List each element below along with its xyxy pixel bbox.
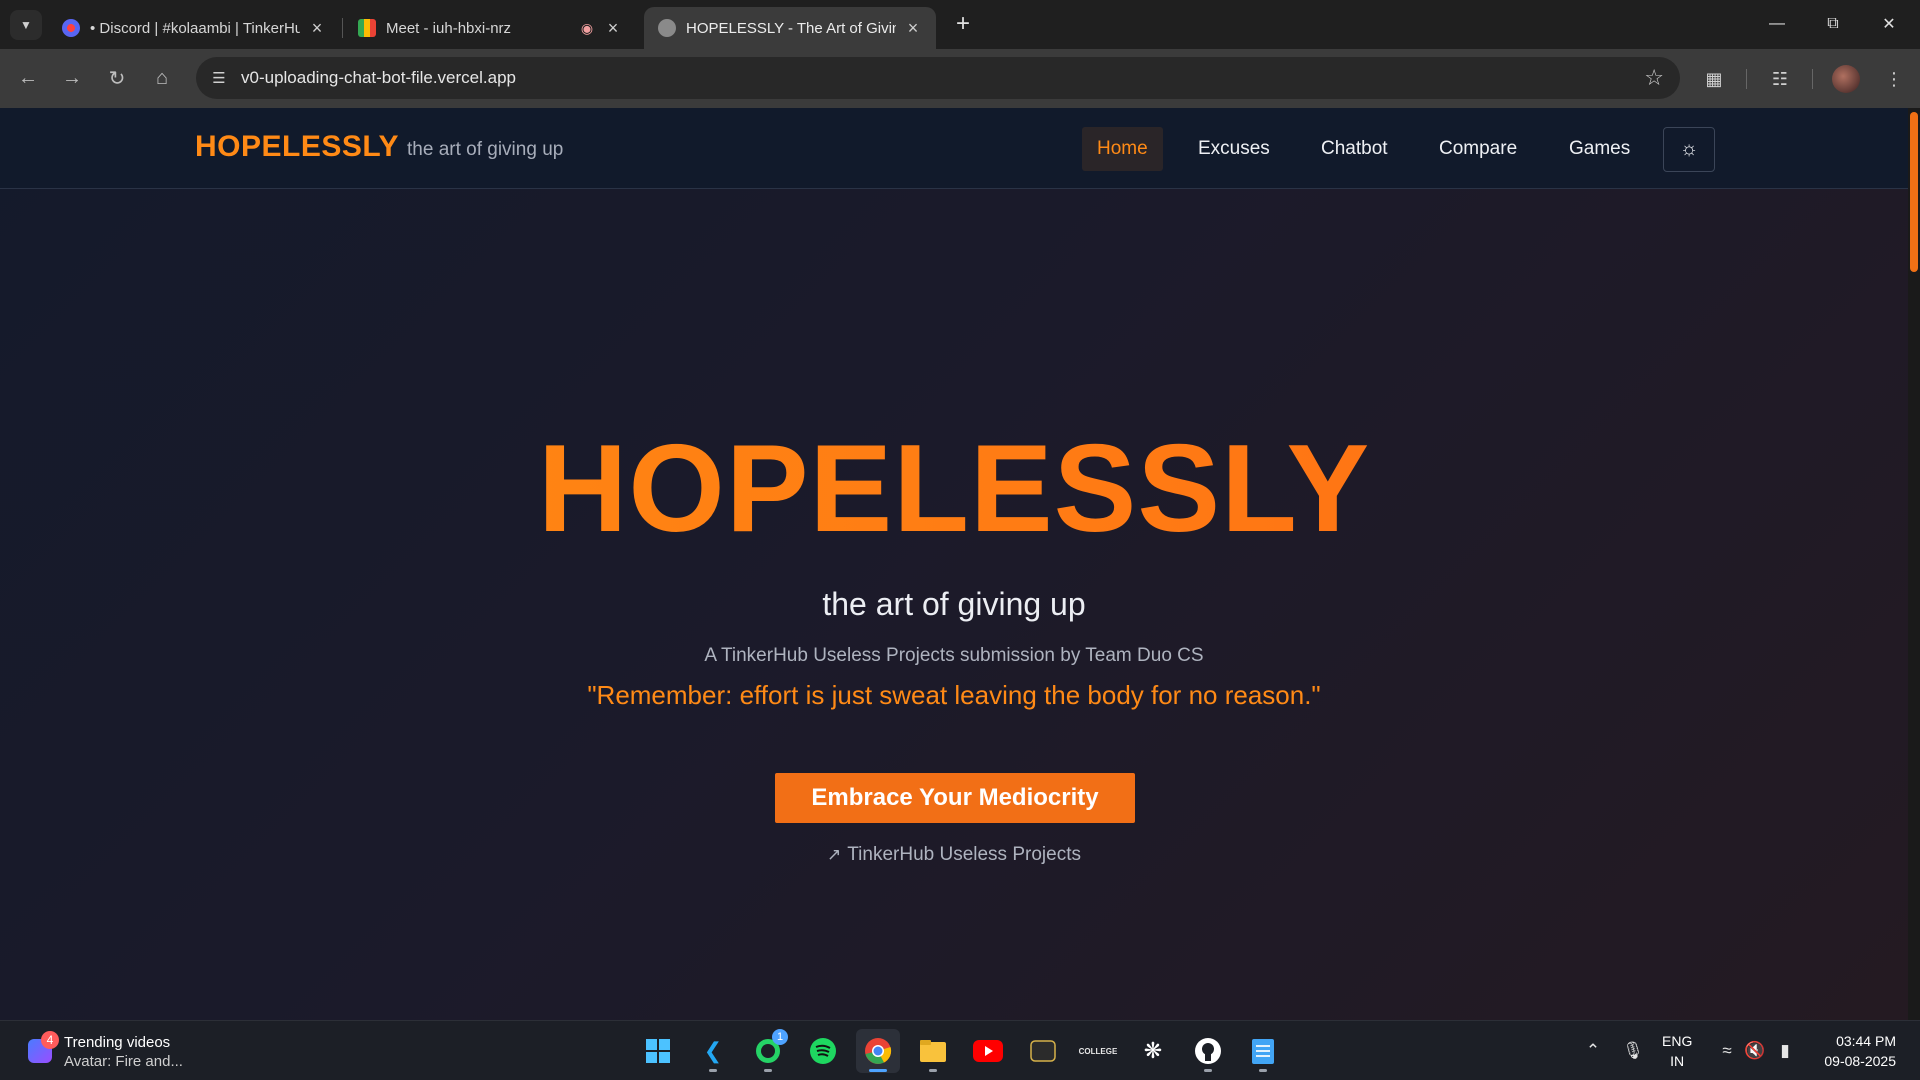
widget-badge: 4 bbox=[41, 1031, 59, 1049]
microphone-icon[interactable]: 🎙 bbox=[1622, 1039, 1644, 1063]
close-icon[interactable]: × bbox=[904, 18, 922, 38]
hero-quote: "Remember: effort is just sweat leaving … bbox=[587, 680, 1321, 710]
hero-subtitle: the art of giving up bbox=[822, 586, 1086, 622]
running-indicator bbox=[709, 1069, 717, 1072]
browser-tab-hopelessly[interactable]: HOPELESSLY - The Art of Giving Up × bbox=[644, 7, 936, 49]
tab-search-button[interactable]: ▼ bbox=[10, 10, 42, 40]
clock-time: 03:44 PM bbox=[1836, 1033, 1896, 1049]
close-window-button[interactable]: ✕ bbox=[1866, 8, 1912, 40]
forward-button[interactable]: → bbox=[57, 63, 87, 93]
youtube-icon[interactable] bbox=[966, 1029, 1010, 1073]
windows-start-icon[interactable] bbox=[636, 1029, 680, 1073]
widget-title: Trending videos bbox=[64, 1034, 171, 1051]
taskbar: 4 Trending videos Avatar: Fire and... ❮ … bbox=[0, 1020, 1920, 1080]
back-button[interactable]: ← bbox=[13, 63, 43, 93]
chevron-up-icon[interactable]: ⌃ bbox=[1582, 1039, 1604, 1063]
vscode-icon[interactable]: ❮ bbox=[691, 1029, 735, 1073]
clock-date: 09-08-2025 bbox=[1824, 1053, 1896, 1069]
reload-button[interactable]: ↻ bbox=[102, 63, 132, 93]
browser-tab-meet[interactable]: Meet - iuh-hbxi-nrz ◉ × bbox=[344, 7, 636, 49]
address-bar[interactable]: ☰ v0-uploading-chat-bot-file.vercel.app … bbox=[196, 57, 1680, 99]
college-app-icon[interactable]: COLLEGE bbox=[1076, 1029, 1120, 1073]
browser-tab-discord[interactable]: • Discord | #kolaambi | TinkerHub × bbox=[48, 7, 340, 49]
embrace-mediocrity-button[interactable]: Embrace Your Mediocrity bbox=[775, 773, 1135, 823]
hero-credit: A TinkerHub Useless Projects submission … bbox=[704, 645, 1204, 666]
theme-toggle-button[interactable]: ☼ bbox=[1663, 127, 1715, 172]
google-meet-favicon-icon bbox=[358, 19, 376, 37]
whatsapp-badge: 1 bbox=[772, 1029, 788, 1045]
chatgpt-icon[interactable]: ❋ bbox=[1131, 1029, 1175, 1073]
tab-title: Meet - iuh-hbxi-nrz bbox=[386, 19, 512, 37]
tinkerhub-link[interactable]: ↗ TinkerHub Useless Projects bbox=[0, 844, 1908, 866]
nav-home[interactable]: Home bbox=[1082, 127, 1163, 171]
toolbar-divider bbox=[1746, 69, 1747, 89]
nav-compare[interactable]: Compare bbox=[1424, 127, 1532, 171]
minimize-button[interactable]: — bbox=[1754, 8, 1800, 40]
page-scrollbar[interactable] bbox=[1908, 108, 1920, 1020]
nav-excuses[interactable]: Excuses bbox=[1183, 127, 1285, 171]
running-indicator bbox=[764, 1069, 772, 1072]
language-indicator[interactable]: ENG IN bbox=[1662, 1031, 1692, 1071]
language-code: ENG bbox=[1662, 1033, 1693, 1049]
bookmark-star-icon[interactable]: ☆ bbox=[1644, 65, 1664, 91]
globe-icon bbox=[658, 19, 676, 37]
url-text[interactable]: v0-uploading-chat-bot-file.vercel.app bbox=[241, 68, 516, 88]
spotify-icon[interactable] bbox=[801, 1029, 845, 1073]
system-clock[interactable]: 03:44 PM 09-08-2025 bbox=[1812, 1031, 1896, 1071]
browser-toolbar: ← → ↻ ⌂ ☰ v0-uploading-chat-bot-file.ver… bbox=[0, 49, 1920, 108]
close-icon[interactable]: × bbox=[604, 18, 622, 38]
battery-icon[interactable]: ▮ bbox=[1774, 1039, 1796, 1063]
nav-games[interactable]: Games bbox=[1554, 127, 1645, 171]
discord-favicon-icon bbox=[62, 19, 80, 37]
external-link-icon: ↗ bbox=[827, 845, 842, 864]
running-indicator bbox=[869, 1069, 887, 1072]
notepad-icon[interactable] bbox=[1241, 1029, 1285, 1073]
home-button[interactable]: ⌂ bbox=[147, 63, 177, 93]
scrollbar-thumb[interactable] bbox=[1910, 112, 1918, 272]
close-icon[interactable]: × bbox=[308, 18, 326, 38]
chrome-icon[interactable] bbox=[856, 1029, 900, 1073]
speaker-muted-icon[interactable]: 🔇 bbox=[1744, 1039, 1766, 1063]
recording-icon: ◉ bbox=[580, 19, 594, 36]
language-region: IN bbox=[1670, 1053, 1685, 1069]
running-indicator bbox=[1259, 1069, 1267, 1072]
new-tab-button[interactable]: + bbox=[950, 12, 976, 38]
profile-avatar[interactable] bbox=[1832, 65, 1860, 93]
hero-title: HOPELESSLY bbox=[0, 418, 1908, 560]
whatsapp-icon[interactable]: 1 bbox=[746, 1029, 790, 1073]
running-indicator bbox=[1204, 1069, 1212, 1072]
more-menu-icon[interactable]: ⋮ bbox=[1880, 65, 1908, 93]
tab-divider bbox=[342, 18, 343, 38]
translate-icon[interactable]: ☷ bbox=[1766, 65, 1794, 93]
site-logo[interactable]: HOPELESSLY bbox=[195, 130, 399, 164]
sun-icon: ☼ bbox=[1679, 138, 1699, 160]
browser-tab-strip: ▼ • Discord | #kolaambi | TinkerHub × Me… bbox=[0, 0, 1920, 49]
tab-title: • Discord | #kolaambi | TinkerHub bbox=[90, 19, 300, 37]
site-settings-icon[interactable]: ☰ bbox=[208, 67, 230, 89]
tinkerhub-link-label: TinkerHub Useless Projects bbox=[847, 844, 1081, 865]
restore-button[interactable]: ⧉ bbox=[1810, 8, 1856, 40]
page-viewport: HOPELESSLY the art of giving up Home Exc… bbox=[0, 108, 1920, 1020]
site-tagline: the art of giving up bbox=[407, 139, 564, 160]
app-icon[interactable] bbox=[1021, 1029, 1065, 1073]
file-explorer-icon[interactable] bbox=[911, 1029, 955, 1073]
chevron-down-icon: ▼ bbox=[20, 18, 32, 32]
toolbar-divider bbox=[1812, 69, 1813, 89]
nav-chatbot[interactable]: Chatbot bbox=[1306, 127, 1403, 171]
extensions-icon[interactable]: ▦ bbox=[1700, 65, 1728, 93]
github-icon[interactable] bbox=[1186, 1029, 1230, 1073]
site-header: HOPELESSLY the art of giving up Home Exc… bbox=[0, 108, 1908, 189]
tab-title: HOPELESSLY - The Art of Giving Up bbox=[686, 19, 896, 37]
wifi-icon[interactable]: ≈ bbox=[1716, 1039, 1738, 1063]
widgets-button[interactable]: 4 Trending videos Avatar: Fire and... bbox=[24, 1031, 224, 1071]
running-indicator bbox=[929, 1069, 937, 1072]
widget-subtitle: Avatar: Fire and... bbox=[64, 1053, 183, 1070]
